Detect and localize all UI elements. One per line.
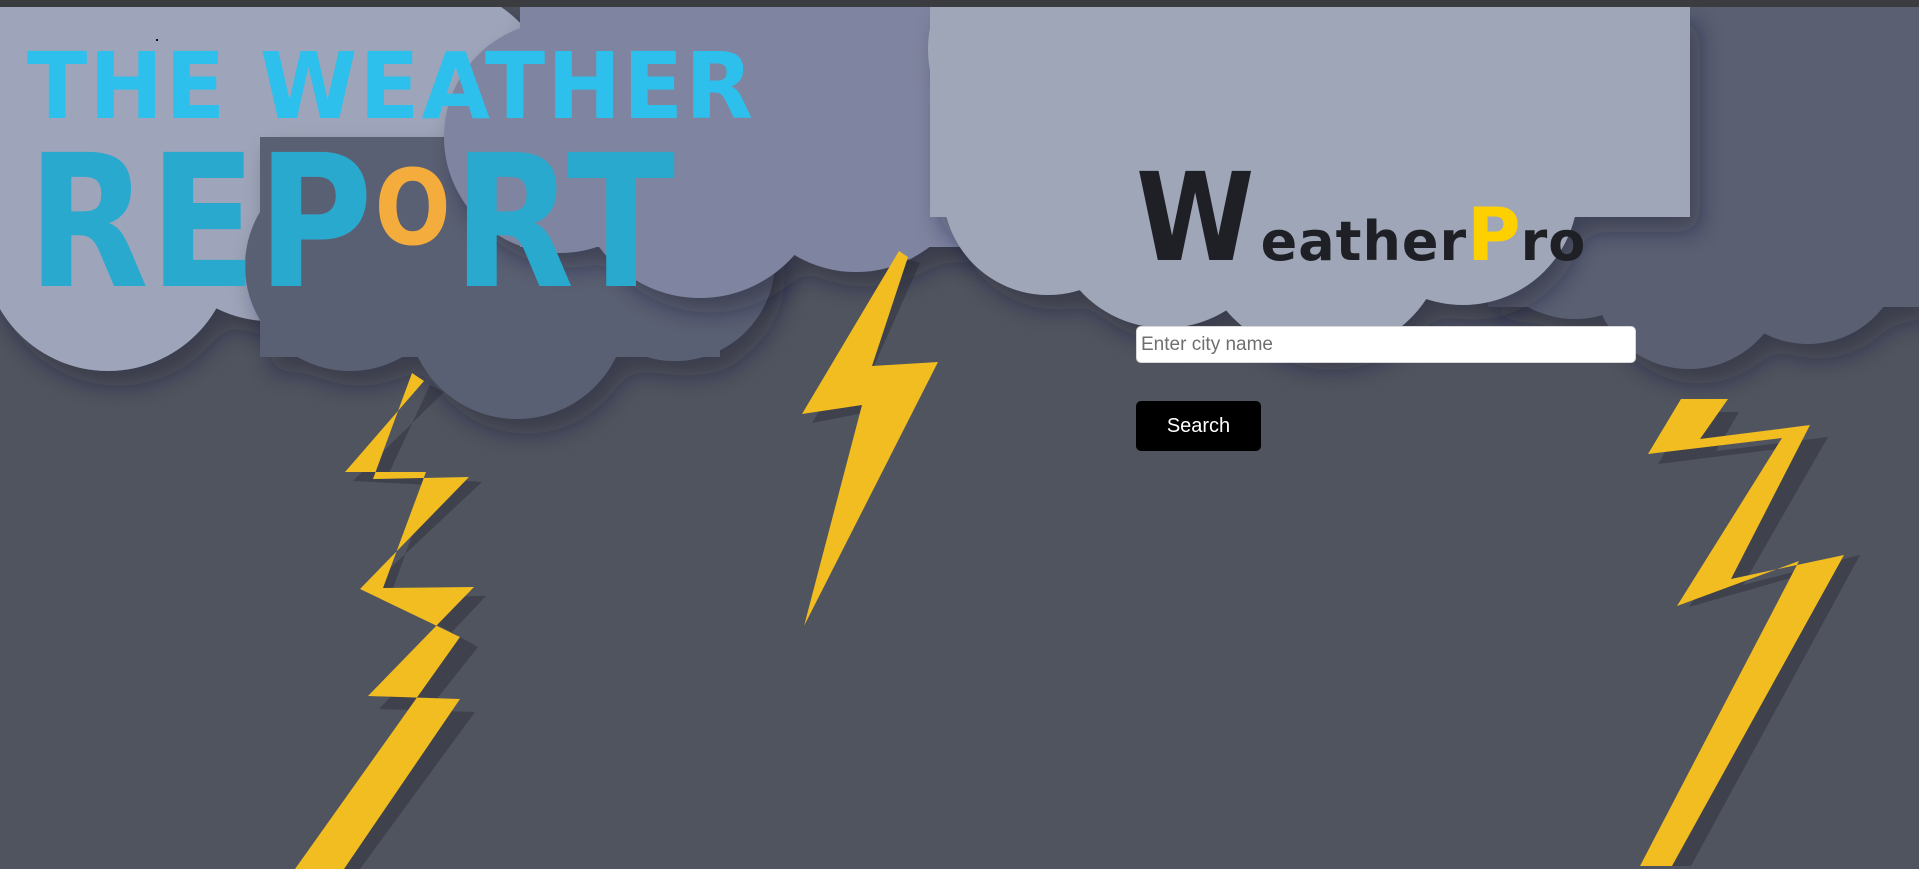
weatherpro-brand: WeatherPro [1136,157,1586,279]
weather-app-page: THE WEATHER REPORT WeatherPro Search [0,0,1919,869]
logo-report-part-2: RT [452,116,676,330]
logo-line-report: REPORT [27,131,675,315]
brand-ro: ro [1520,210,1587,273]
tiny-dot [156,39,158,41]
brand-w: W [1136,147,1255,289]
city-search-input[interactable] [1136,326,1636,363]
window-top-strip [0,0,1919,7]
logo-report-orange-o: O [374,147,451,269]
logo-report-part-1: REP [27,116,373,330]
brand-eather: eather [1260,210,1468,273]
weather-report-logo: THE WEATHER REPORT [27,35,753,316]
brand-p: P [1467,193,1521,278]
search-button[interactable]: Search [1136,401,1261,451]
